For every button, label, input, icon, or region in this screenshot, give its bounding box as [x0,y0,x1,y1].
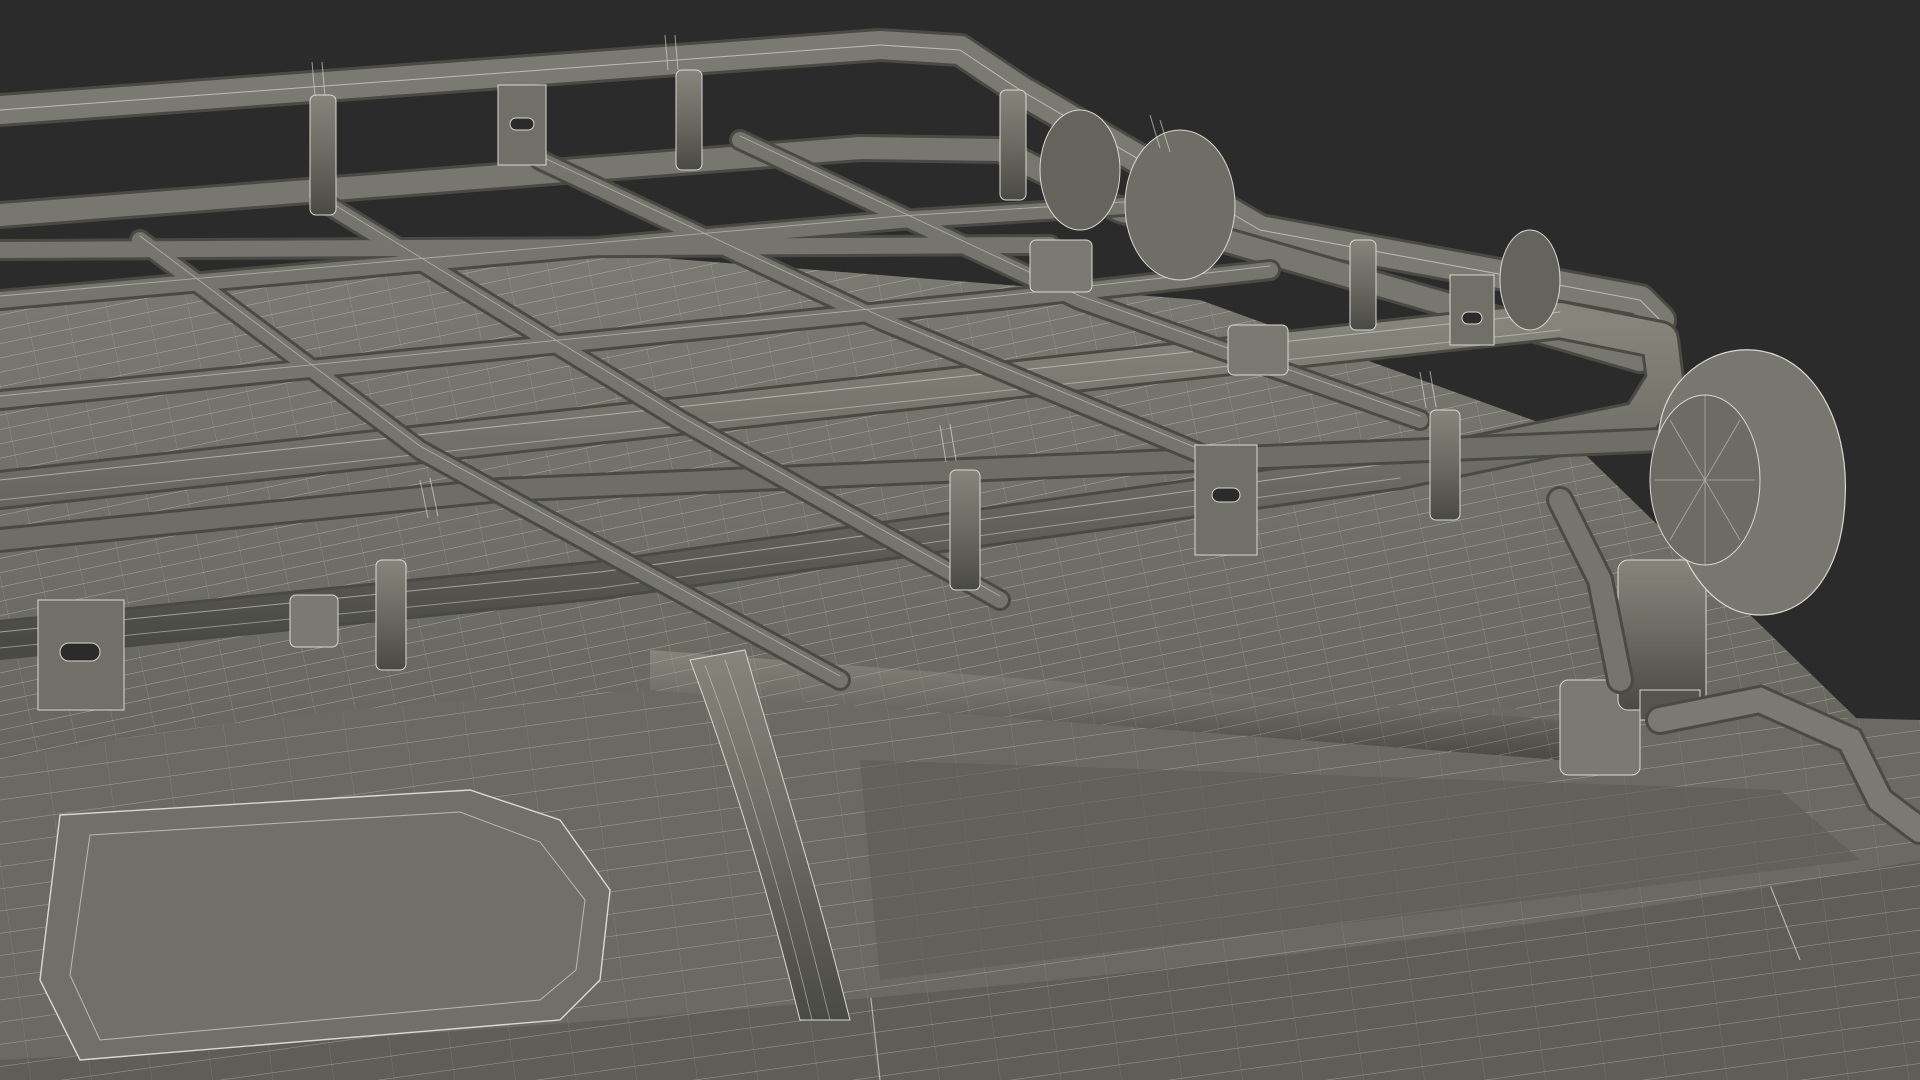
render-canvas [0,0,1920,1080]
tie-down-plate [497,84,547,166]
wireframe-render-viewport [0,0,1920,1080]
tie-down-plate [37,599,125,711]
tie-down-plate [1449,274,1495,346]
tie-down-plate [1194,444,1258,556]
